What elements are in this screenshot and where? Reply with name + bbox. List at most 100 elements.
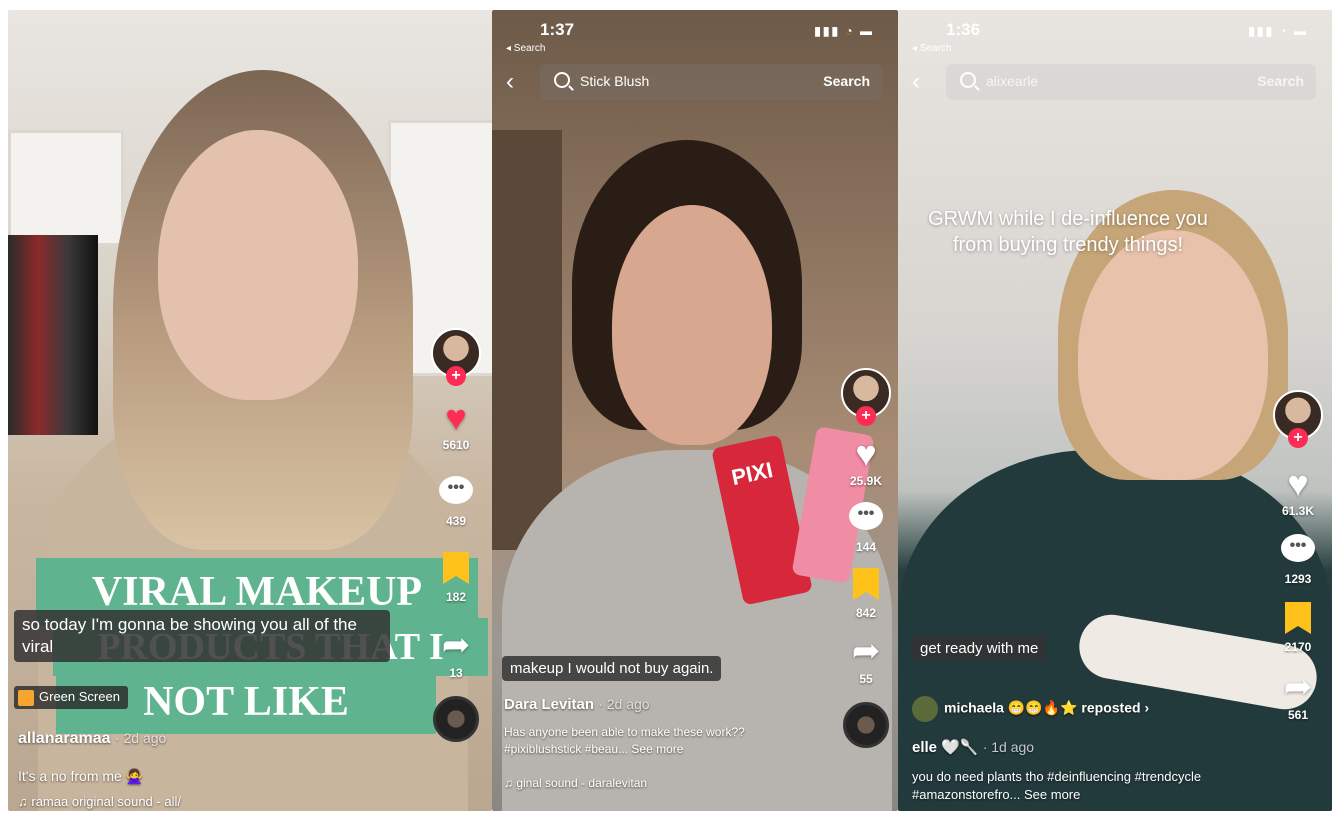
- save-button[interactable]: [1278, 602, 1318, 638]
- heart-icon: ♥: [1287, 463, 1309, 504]
- follow-plus-icon[interactable]: +: [1288, 428, 1308, 448]
- music-note-icon: ♫: [504, 776, 513, 790]
- search-bar[interactable]: Stick Blush Search: [540, 64, 882, 100]
- sound-name: ginal sound - daralevitan: [516, 776, 648, 790]
- comment-button[interactable]: •••: [846, 502, 886, 538]
- follow-plus-icon[interactable]: +: [856, 406, 876, 426]
- author-row[interactable]: Dara Levitan · 2d ago: [504, 696, 650, 713]
- save-count: 842: [855, 606, 877, 620]
- follow-plus-icon[interactable]: +: [446, 366, 466, 386]
- search-query[interactable]: Stick Blush: [580, 73, 649, 89]
- comment-icon: •••: [1281, 534, 1315, 562]
- save-button[interactable]: [846, 568, 886, 604]
- post-age: · 2d ago: [114, 730, 167, 746]
- sound-row[interactable]: ♫ ramaa original sound - all/: [18, 794, 181, 809]
- music-note-icon: ♫: [18, 794, 28, 809]
- search-icon: [554, 72, 570, 88]
- search-button[interactable]: Search: [823, 73, 870, 89]
- share-icon: ➦: [851, 632, 881, 670]
- comment-button[interactable]: •••: [1278, 534, 1318, 570]
- comment-count: 439: [445, 514, 467, 528]
- sound-disc-icon[interactable]: [433, 696, 479, 742]
- face: [158, 130, 358, 400]
- heart-icon: ♥: [445, 397, 467, 438]
- share-button[interactable]: ➦: [1278, 670, 1318, 706]
- repost-row[interactable]: michaela 😁😁🔥⭐ reposted ›: [912, 696, 1149, 722]
- share-count: 13: [449, 666, 463, 680]
- comment-icon: •••: [439, 476, 473, 504]
- signal-icon: ▮▮▮ ◔ ▬: [1248, 24, 1308, 38]
- like-count: 5610: [442, 438, 470, 452]
- sound-disc-icon[interactable]: [843, 702, 889, 748]
- green-screen-badge[interactable]: Green Screen: [14, 686, 128, 709]
- post-age: · 2d ago: [598, 696, 650, 712]
- bookmark-icon: [443, 552, 469, 584]
- creator-avatar[interactable]: +: [1273, 390, 1323, 448]
- search-query[interactable]: alixearle: [986, 73, 1038, 89]
- reposted-label[interactable]: michaela 😁😁🔥⭐ reposted ›: [944, 700, 1149, 716]
- comment-icon: •••: [849, 502, 883, 530]
- status-bar: 1:36 ◂ Search ▮▮▮ ◔ ▬: [898, 10, 1332, 60]
- caption-box: makeup I would not buy again.: [502, 656, 722, 681]
- comment-button[interactable]: •••: [436, 476, 476, 512]
- action-rail: + ♥ 61.3K ••• 1293 2170 ➦ 561: [1270, 390, 1326, 722]
- status-bar: 1:37 ◂ Search ▮▮▮ ◔ ▬: [492, 10, 898, 60]
- back-to-search[interactable]: ◂ Search: [506, 43, 545, 54]
- action-rail: + ♥ 25.9K ••• 144 842 ➦ 55: [838, 368, 894, 748]
- video-panel-allanaramaa[interactable]: VIRAL MAKEUP PRODUCTS THAT I NOT LIKE so…: [8, 10, 492, 811]
- heart-icon: ♥: [855, 433, 877, 474]
- comment-count: 1293: [1284, 572, 1312, 586]
- video-panel-dara[interactable]: PIXI 1:37 ◂ Search ▮▮▮ ◔ ▬ ‹ Stick Blush…: [492, 10, 898, 811]
- share-count: 55: [859, 672, 873, 686]
- video-description[interactable]: Has anyone been able to make these work?…: [504, 724, 804, 758]
- door: [492, 130, 562, 550]
- share-button[interactable]: ➦: [846, 634, 886, 670]
- green-screen-label: Green Screen: [39, 689, 120, 704]
- clothes-rack: [8, 235, 98, 435]
- like-button[interactable]: ♥: [846, 436, 886, 472]
- caption-text: so today I'm gonna be showing you all of…: [22, 615, 357, 656]
- share-button[interactable]: ➦: [436, 628, 476, 664]
- video-panel-elle[interactable]: 1:36 ◂ Search ▮▮▮ ◔ ▬ ‹ alixearle Search…: [898, 10, 1332, 811]
- search-button[interactable]: Search: [1257, 73, 1304, 89]
- search-icon: [960, 72, 976, 88]
- creator-avatar[interactable]: +: [431, 328, 481, 386]
- username[interactable]: allanaramaa: [18, 730, 111, 747]
- back-chevron-icon[interactable]: ‹: [912, 68, 920, 96]
- username[interactable]: Dara Levitan: [504, 696, 594, 713]
- save-button[interactable]: [436, 552, 476, 588]
- save-count: 2170: [1284, 640, 1312, 654]
- search-bar[interactable]: alixearle Search: [946, 64, 1316, 100]
- clock: 1:36: [946, 20, 981, 39]
- bookmark-icon: [1285, 602, 1311, 634]
- face: [1078, 230, 1268, 480]
- username[interactable]: elle 🤍🥄: [912, 739, 979, 756]
- video-description[interactable]: you do need plants tho #deinfluencing #t…: [912, 768, 1232, 804]
- like-button[interactable]: ♥: [436, 400, 476, 436]
- like-button[interactable]: ♥: [1278, 466, 1318, 502]
- back-chevron-icon[interactable]: ‹: [506, 68, 514, 96]
- comment-count: 144: [855, 540, 877, 554]
- save-count: 182: [445, 590, 467, 604]
- signal-icon: ▮▮▮ ◔ ▬: [814, 24, 874, 38]
- product-label: PIXI: [729, 456, 776, 491]
- overlay-text: GRWM while I de-influence you from buyin…: [928, 208, 1208, 256]
- green-screen-icon: [18, 689, 34, 706]
- sound-row[interactable]: ♫ ginal sound - daralevitan: [504, 776, 647, 790]
- like-count: 61.3K: [1281, 504, 1315, 518]
- caption-text: makeup I would not buy again.: [510, 660, 714, 677]
- share-count: 561: [1287, 708, 1309, 722]
- bookmark-icon: [853, 568, 879, 600]
- reposter-avatar[interactable]: [912, 696, 938, 722]
- back-to-search[interactable]: ◂ Search: [912, 43, 951, 54]
- caption-text: get ready with me: [920, 640, 1039, 657]
- caption-box: get ready with me: [912, 636, 1047, 661]
- like-count: 25.9K: [849, 474, 883, 488]
- share-icon: ➦: [441, 626, 471, 664]
- author-row[interactable]: allanaramaa · 2d ago: [18, 730, 166, 748]
- closet-shelf: [8, 130, 124, 246]
- clock: 1:37: [540, 20, 575, 39]
- author-row[interactable]: elle 🤍🥄 · 1d ago: [912, 738, 1034, 756]
- face: [612, 205, 772, 445]
- creator-avatar[interactable]: +: [841, 368, 891, 426]
